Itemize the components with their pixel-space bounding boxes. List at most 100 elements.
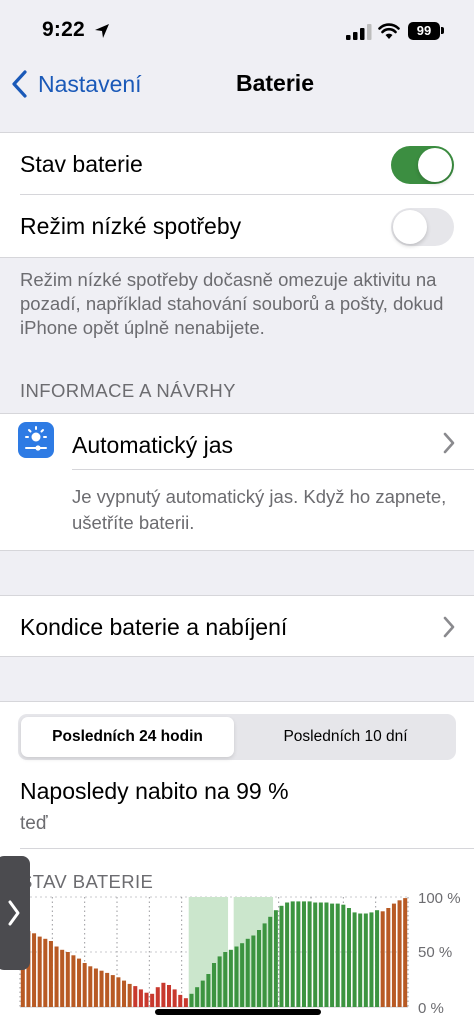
chart-bar — [223, 952, 228, 1007]
chart-bar — [133, 986, 138, 1007]
status-time: 9:22 — [42, 18, 85, 41]
chart-bar — [88, 966, 93, 1007]
chart-bar — [48, 941, 53, 1007]
battery-health-row[interactable]: Kondice baterie a nabíjení — [0, 595, 474, 657]
chart-bar — [93, 968, 98, 1007]
auto-brightness-title: Automatický jas — [72, 432, 234, 458]
battery-settings-group: Stav baterie Režim nízké spotřeby — [0, 132, 474, 258]
chart-bar — [273, 910, 278, 1007]
chart-bar — [341, 904, 346, 1007]
chart-bar — [65, 952, 70, 1007]
chart-bar — [335, 903, 340, 1007]
low-power-mode-row: Režim nízké spotřeby — [0, 195, 474, 257]
low-power-footnote: Režim nízké spotřeby dočasně omezuje akt… — [20, 269, 444, 338]
chart-bar — [363, 913, 368, 1007]
chart-bar — [116, 977, 121, 1007]
wifi-icon — [378, 23, 400, 39]
chart-bar — [369, 912, 374, 1007]
chart-bar — [324, 902, 329, 1007]
battery-percentage-row: Stav baterie — [0, 133, 474, 195]
chart-bar — [200, 980, 205, 1007]
brightness-icon — [18, 422, 54, 458]
auto-brightness-separator — [72, 469, 474, 470]
status-bar: 9:22 99 — [0, 0, 474, 60]
chart-bar — [60, 949, 65, 1007]
chart-bar — [234, 946, 239, 1007]
chart-bar — [32, 933, 37, 1007]
chart-bar — [172, 989, 177, 1007]
chart-bar — [183, 998, 188, 1007]
chevron-right-icon — [8, 900, 20, 926]
chart-bar — [352, 912, 357, 1007]
battery-level-chart: 100 % 50 % 0 % — [19, 890, 461, 1017]
chevron-right-icon — [443, 616, 455, 638]
insights-section-header: INFORMACE A NÁVRHY — [20, 380, 236, 401]
battery-tip — [441, 27, 444, 34]
y-tick-100: 100 % — [418, 890, 461, 907]
chart-bar — [105, 972, 110, 1007]
cellular-signal-icon — [346, 24, 372, 40]
chart-bar — [195, 987, 200, 1007]
low-power-mode-label: Režim nízké spotřeby — [20, 212, 242, 239]
chart-bar — [386, 908, 391, 1007]
chevron-left-icon — [12, 70, 27, 98]
chart-bar — [285, 902, 290, 1007]
chart-bar — [127, 983, 132, 1007]
chart-bar — [77, 958, 82, 1007]
chart-bar — [346, 908, 351, 1007]
toggle-knob — [418, 148, 452, 182]
chart-bar — [217, 956, 222, 1007]
chart-bar — [403, 898, 408, 1007]
battery-percentage-toggle[interactable] — [391, 146, 454, 184]
chart-bar — [397, 900, 402, 1007]
chart-bar — [144, 992, 149, 1007]
chart-bar — [380, 911, 385, 1007]
chart-bar — [251, 935, 256, 1007]
chart-bar — [268, 916, 273, 1007]
chart-bar — [240, 943, 245, 1007]
chart-bar — [256, 930, 261, 1007]
chart-bar — [110, 975, 115, 1007]
chart-bar — [301, 901, 306, 1007]
y-tick-0: 0 % — [418, 1000, 444, 1017]
chart-bar — [37, 936, 42, 1007]
chart-bar — [296, 901, 301, 1007]
usage-separator — [20, 848, 474, 849]
tab-last-10-days[interactable]: Posledních 10 dní — [238, 717, 453, 757]
chart-bar — [391, 903, 396, 1007]
chart-bar — [43, 938, 48, 1007]
tab-last-24-hours[interactable]: Posledních 24 hodin — [21, 717, 234, 757]
toggle-knob — [393, 210, 427, 244]
chart-bar — [178, 994, 183, 1007]
time-range-segmented-control: Posledních 24 hodin Posledních 10 dní — [18, 714, 456, 760]
chevron-right-icon — [443, 432, 455, 454]
chart-bar — [122, 980, 127, 1007]
back-label: Nastavení — [38, 70, 142, 97]
chart-bar — [71, 955, 76, 1007]
chart-bar — [206, 974, 211, 1007]
chart-bar — [228, 949, 233, 1007]
battery-percentage-label: Stav baterie — [20, 150, 143, 177]
page-title-text: Baterie — [236, 70, 314, 96]
side-scroll-handle[interactable] — [0, 856, 30, 970]
chart-bar — [99, 970, 104, 1007]
chart-bar — [138, 989, 143, 1007]
battery-level-badge: 99 — [408, 22, 440, 40]
chart-bar — [307, 901, 312, 1007]
chart-bar — [279, 905, 284, 1007]
chart-bar — [82, 963, 87, 1007]
chart-bar — [318, 902, 323, 1007]
back-button[interactable]: Nastavení — [10, 66, 142, 102]
low-power-mode-toggle[interactable] — [391, 208, 454, 246]
chart-bar — [375, 910, 380, 1007]
chart-bar — [211, 963, 217, 1007]
chart-bar — [155, 987, 160, 1007]
chart-bar — [330, 903, 335, 1007]
chart-bar — [54, 946, 59, 1007]
chart-bar — [262, 923, 267, 1007]
chart-bar — [161, 982, 166, 1007]
chart-bar — [313, 902, 318, 1007]
auto-brightness-row[interactable]: Automatický jas — [0, 414, 474, 470]
last-charged-title: Naposledy nabito na 99 % — [20, 778, 289, 804]
chart-bar — [245, 938, 250, 1007]
